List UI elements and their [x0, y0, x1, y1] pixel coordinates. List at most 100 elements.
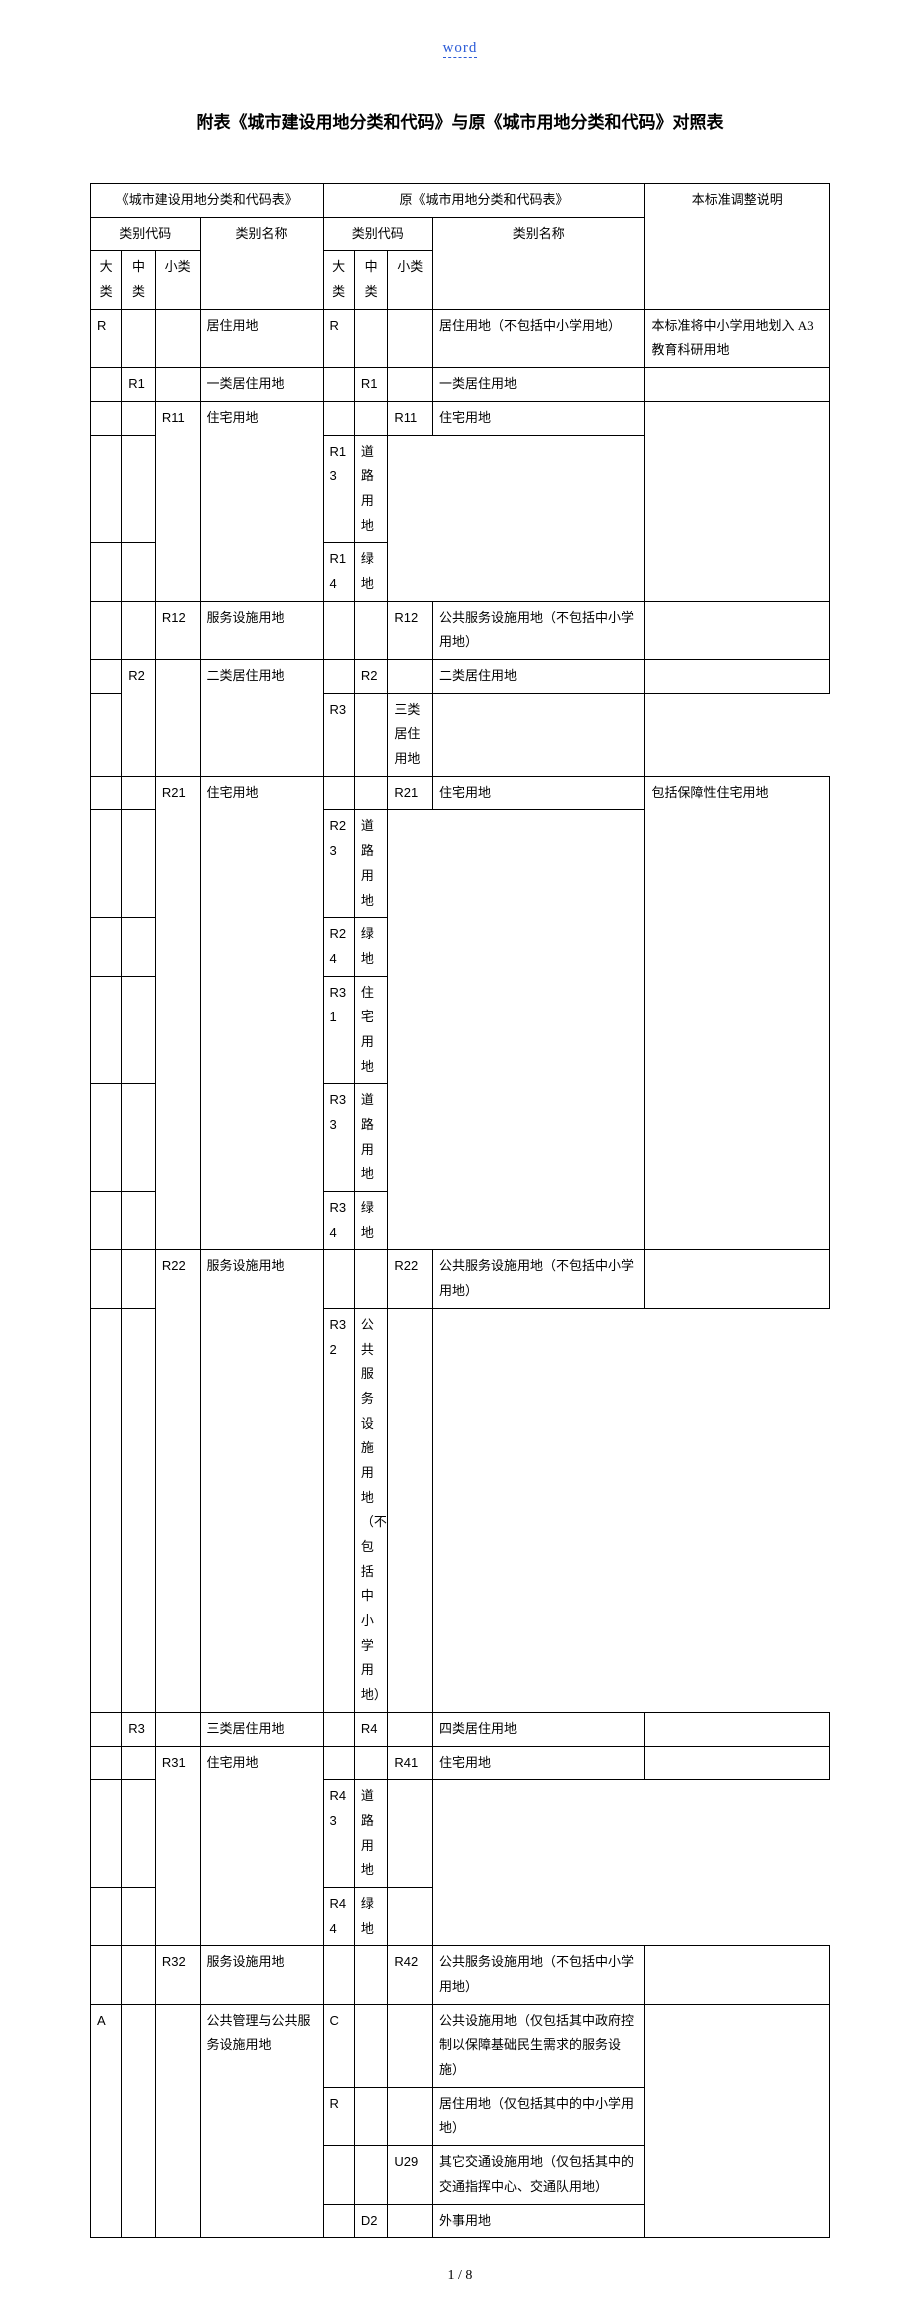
th-left-small: 小类 — [155, 251, 200, 309]
cell-l_name: 服务设施用地 — [200, 1946, 323, 2004]
table-row: R31住宅用地R41住宅用地 — [91, 1746, 830, 1780]
cell-l_name: 服务设施用地 — [200, 1250, 323, 1712]
cell-r_big — [323, 660, 354, 694]
cell-r_name: 道路用地 — [354, 1084, 388, 1192]
table-row: A公共管理与公共服务设施用地C公共设施用地（仅包括其中政府控制以保障基础民生需求… — [91, 2004, 830, 2087]
table-row: R12服务设施用地R12公共服务设施用地（不包括中小学用地） — [91, 601, 830, 659]
cell-note — [645, 1250, 830, 1308]
th-right-name: 类别名称 — [433, 217, 645, 309]
cell-l_big — [91, 401, 122, 435]
table-row: R居住用地R居住用地（不包括中小学用地）本标准将中小学用地划入 A3 教育科研用… — [91, 309, 830, 367]
th-right-group: 原《城市用地分类和代码表》 — [323, 184, 645, 218]
cell-note — [645, 368, 830, 402]
cell-r_name: 外事用地 — [433, 2204, 645, 2238]
cell-r_small: R43 — [323, 1780, 354, 1888]
cell-r_mid — [122, 1780, 156, 1888]
cell-r_mid: R4 — [354, 1712, 388, 1746]
cell-note — [645, 1712, 830, 1746]
cell-r_small — [388, 309, 433, 367]
cell-l_big — [91, 1712, 122, 1746]
cell-r_name: 住宅用地 — [433, 401, 645, 435]
cell-r_small: R42 — [388, 1946, 433, 2004]
cell-r_mid — [122, 1192, 156, 1250]
cell-r_name: 三类居住用地 — [388, 693, 433, 776]
cell-note — [433, 693, 645, 776]
cell-l_mid — [122, 1746, 156, 1780]
cell-r_big — [323, 368, 354, 402]
cell-l_small — [155, 1712, 200, 1746]
cell-l_small — [155, 2004, 200, 2238]
cell-note: 包括保障性住宅用地 — [645, 776, 830, 1250]
cell-r_big — [91, 1780, 122, 1888]
cell-r_name: 绿地 — [354, 918, 388, 976]
app-header-word: word — [443, 40, 478, 58]
table-row: R1一类居住用地R1一类居住用地 — [91, 368, 830, 402]
cell-r_mid — [354, 2004, 388, 2087]
cell-l_small: R21 — [155, 776, 200, 1250]
cell-l_small — [155, 309, 200, 367]
page-title: 附表《城市建设用地分类和代码》与原《城市用地分类和代码》对照表 — [90, 108, 830, 133]
cell-r_big: R — [323, 309, 354, 367]
cell-r_small — [388, 2087, 433, 2145]
cell-r_mid — [122, 918, 156, 976]
cell-r_mid: D2 — [354, 2204, 388, 2238]
cell-l_small: R11 — [155, 401, 200, 601]
cell-r_small: R21 — [388, 776, 433, 810]
cell-l_big — [91, 368, 122, 402]
th-left-big: 大类 — [91, 251, 122, 309]
cell-l_mid — [122, 2004, 156, 2238]
cell-l_big — [91, 660, 122, 694]
cell-l_mid — [122, 401, 156, 435]
cell-l_name: 二类居住用地 — [200, 660, 323, 777]
cell-l_name: 住宅用地 — [200, 401, 323, 601]
cell-note — [645, 401, 830, 601]
cell-r_small — [388, 2204, 433, 2238]
cell-note — [645, 660, 830, 694]
cell-note — [388, 1887, 433, 1945]
cell-l_mid — [122, 309, 156, 367]
cell-r_big — [91, 1084, 122, 1192]
cell-note — [645, 1746, 830, 1780]
cell-r_mid — [354, 2146, 388, 2204]
cell-l_mid: R1 — [122, 368, 156, 402]
cell-l_name: 一类居住用地 — [200, 368, 323, 402]
cell-l_big: R — [91, 309, 122, 367]
cell-r_name: 绿地 — [354, 1887, 388, 1945]
th-left-name: 类别名称 — [200, 217, 323, 309]
cell-note — [645, 1946, 830, 2004]
cell-r_mid — [354, 2087, 388, 2145]
cell-r_name: 绿地 — [354, 543, 388, 601]
cell-r_mid — [354, 601, 388, 659]
cell-l_small: R31 — [155, 1746, 200, 1946]
cell-r_name: 住宅用地 — [433, 776, 645, 810]
cell-r_name: 公共服务设施用地（不包括中小学用地） — [433, 601, 645, 659]
table-row: R22服务设施用地R22公共服务设施用地（不包括中小学用地） — [91, 1250, 830, 1308]
cell-l_mid — [122, 601, 156, 659]
table-row: R21住宅用地R21住宅用地包括保障性住宅用地 — [91, 776, 830, 810]
page-footer: 1 / 8 — [90, 2268, 830, 2284]
cell-l_big — [91, 776, 122, 810]
cell-r_mid — [122, 1887, 156, 1945]
cell-r_big — [91, 918, 122, 976]
cell-r_big — [323, 2204, 354, 2238]
cell-r_mid: R1 — [354, 368, 388, 402]
cell-r_big — [323, 2146, 354, 2204]
cell-l_mid — [122, 776, 156, 810]
cell-r_name: 其它交通设施用地（仅包括其中的交通指挥中心、交通队用地） — [433, 2146, 645, 2204]
table-row: R32服务设施用地R42公共服务设施用地（不包括中小学用地） — [91, 1946, 830, 2004]
cell-l_big — [91, 601, 122, 659]
cell-r_mid — [354, 1946, 388, 2004]
cell-r_name: 居住用地（仅包括其中的中小学用地） — [433, 2087, 645, 2145]
cell-r_name: 绿地 — [354, 1192, 388, 1250]
th-left-group: 《城市建设用地分类和代码表》 — [91, 184, 324, 218]
cell-r_mid: R2 — [354, 660, 388, 694]
cell-l_small: R22 — [155, 1250, 200, 1712]
cell-r_name: 公共设施用地（仅包括其中政府控制以保障基础民生需求的服务设施） — [433, 2004, 645, 2087]
cell-r_name: 住宅用地 — [354, 976, 388, 1084]
th-notes: 本标准调整说明 — [645, 184, 830, 310]
cell-r_small: R22 — [388, 1250, 433, 1308]
cell-r_name: 道路用地 — [354, 435, 388, 543]
cell-r_mid — [122, 543, 156, 601]
cell-r_small: R11 — [388, 401, 433, 435]
cell-r_name: 道路用地 — [354, 810, 388, 918]
